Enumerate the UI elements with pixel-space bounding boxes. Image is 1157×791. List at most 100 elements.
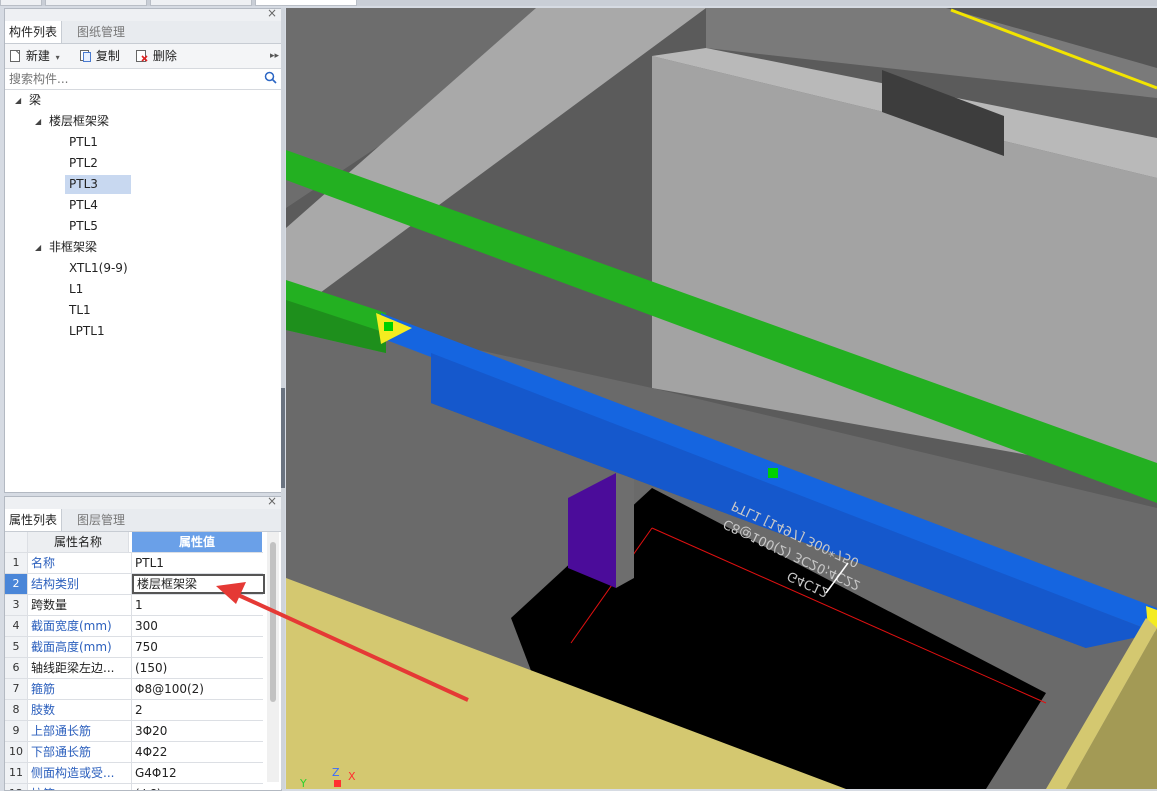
- property-row[interactable]: 10 下部通长筋 4Φ22: [5, 742, 263, 763]
- new-file-icon: [10, 50, 20, 62]
- property-row[interactable]: 7 箍筋 Φ8@100(2): [5, 679, 263, 700]
- tab-property-list[interactable]: 属性列表: [5, 509, 63, 531]
- search-icon[interactable]: [264, 71, 277, 84]
- property-value[interactable]: (Φ6): [132, 784, 265, 790]
- property-row[interactable]: 11 侧面构造或受... G4Φ12: [5, 763, 263, 784]
- property-scrollbar[interactable]: [267, 532, 279, 782]
- row-number: 8: [5, 700, 28, 720]
- top-tab[interactable]: [45, 0, 147, 6]
- new-button[interactable]: 新建 ▾: [9, 48, 60, 64]
- beam-grip-point[interactable]: [384, 322, 393, 331]
- tree-item-tl1[interactable]: TL1: [65, 301, 95, 320]
- component-panel-tabs: 构件列表 图纸管理: [5, 21, 281, 44]
- row-number: 9: [5, 721, 28, 741]
- delete-icon: [136, 50, 148, 62]
- property-row[interactable]: 6 轴线距梁左边... (150): [5, 658, 263, 679]
- property-row[interactable]: 9 上部通长筋 3Φ20: [5, 721, 263, 742]
- tree-item-lptl1[interactable]: LPTL1: [65, 322, 109, 341]
- copy-icon: [80, 50, 91, 62]
- row-number: 6: [5, 658, 28, 678]
- property-value[interactable]: PTL1: [132, 553, 265, 573]
- property-row[interactable]: 4 截面宽度(mm) 300: [5, 616, 263, 637]
- property-list-panel: × 属性列表 图层管理 属性名称 属性值 1 名称 PTL1 2 结构类别 楼层框架梁 3 跨…: [4, 496, 282, 791]
- tab-component-list[interactable]: 构件列表: [5, 21, 63, 43]
- tree-node-beam[interactable]: ◢ 梁: [15, 91, 41, 110]
- property-name: 轴线距梁左边...: [28, 658, 132, 678]
- copy-button-label: 复制: [95, 49, 120, 63]
- property-value[interactable]: 1: [132, 595, 265, 615]
- property-grid-header: 属性名称 属性值: [5, 532, 263, 553]
- property-value[interactable]: 2: [132, 700, 265, 720]
- property-row[interactable]: 2 结构类别 楼层框架梁: [5, 574, 265, 595]
- tree-group-label: 楼层框架梁: [49, 114, 110, 128]
- property-name-header: 属性名称: [28, 532, 129, 552]
- top-tab[interactable]: [0, 0, 42, 6]
- close-icon[interactable]: ×: [267, 6, 277, 20]
- property-value[interactable]: 3Φ20: [132, 721, 265, 741]
- collapse-triangle-icon[interactable]: ◢: [35, 238, 41, 257]
- collapse-triangle-icon[interactable]: ◢: [35, 112, 41, 131]
- tab-drawing-management[interactable]: 图纸管理: [73, 21, 129, 43]
- property-name: 名称: [28, 553, 132, 573]
- tree-item-ptl1[interactable]: PTL1: [65, 133, 102, 152]
- axis-origin-cube: [334, 780, 341, 787]
- component-toolbar: 新建 ▾ 复制 删除 ▸▸: [5, 44, 281, 69]
- tree-group-floor-frame-beam[interactable]: ◢ 楼层框架梁: [35, 112, 109, 131]
- row-number-header: [5, 532, 28, 552]
- column-side: [616, 473, 634, 588]
- close-icon[interactable]: ×: [267, 497, 277, 508]
- tree-item-xtl1[interactable]: XTL1(9-9): [65, 259, 132, 278]
- axis-y-label: Y: [299, 777, 307, 789]
- panel-title-bar: ×: [5, 497, 281, 509]
- property-name: 跨数量: [28, 595, 132, 615]
- tree-item-ptl4[interactable]: PTL4: [65, 196, 102, 215]
- row-number: 2: [5, 574, 28, 594]
- property-name: 上部通长筋: [28, 721, 132, 741]
- property-row[interactable]: 8 肢数 2: [5, 700, 263, 721]
- row-number: 1: [5, 553, 28, 573]
- splitter-grip[interactable]: [281, 388, 285, 488]
- component-search: [5, 69, 281, 90]
- property-value[interactable]: 4Φ22: [132, 742, 265, 762]
- tree-item-ptl2[interactable]: PTL2: [65, 154, 102, 173]
- property-value[interactable]: (150): [132, 658, 265, 678]
- top-tab-strip: [0, 0, 1157, 6]
- search-input[interactable]: [7, 70, 261, 88]
- property-name: 截面高度(mm): [28, 637, 132, 657]
- beam-mid-grip-point[interactable]: [768, 468, 778, 478]
- 3d-scene: G4C12 C8@100(2) 3C20;4C22 PTL1 [1497] 30…: [286, 8, 1157, 789]
- property-value[interactable]: 750: [132, 637, 265, 657]
- collapse-triangle-icon[interactable]: ◢: [15, 91, 21, 110]
- property-value[interactable]: 300: [132, 616, 265, 636]
- row-number: 11: [5, 763, 28, 783]
- delete-button-label: 删除: [152, 49, 177, 63]
- tree-item-ptl3[interactable]: PTL3: [65, 175, 131, 194]
- property-value[interactable]: G4Φ12: [132, 763, 265, 783]
- panel-splitter[interactable]: [281, 8, 285, 789]
- toolbar-overflow-icon[interactable]: ▸▸: [270, 48, 279, 64]
- property-row[interactable]: 12拉筋(Φ6): [5, 784, 265, 790]
- scrollbar-thumb[interactable]: [270, 542, 276, 702]
- tree-node-label: 梁: [29, 93, 42, 107]
- property-value-header: 属性值: [132, 532, 262, 552]
- property-row[interactable]: 5 截面高度(mm) 750: [5, 637, 263, 658]
- chevron-down-icon[interactable]: ▾: [56, 53, 60, 62]
- tree-item-l1[interactable]: L1: [65, 280, 87, 299]
- property-row[interactable]: 1 名称 PTL1: [5, 553, 263, 574]
- component-list-panel: × 构件列表 图纸管理 新建 ▾ 复制 删除 ▸▸ ◢ 梁 ◢ 楼层框架梁: [4, 6, 282, 493]
- row-number: 12: [5, 784, 28, 790]
- property-row[interactable]: 3 跨数量 1: [5, 595, 263, 616]
- tab-layer-management[interactable]: 图层管理: [73, 509, 129, 531]
- row-number: 7: [5, 679, 28, 699]
- tree-item-ptl5[interactable]: PTL5: [65, 217, 102, 236]
- property-value-editor[interactable]: 楼层框架梁: [132, 574, 265, 594]
- property-value[interactable]: Φ8@100(2): [132, 679, 265, 699]
- panel-title-bar: ×: [5, 6, 281, 21]
- property-name: 箍筋: [28, 679, 132, 699]
- 3d-viewport[interactable]: G4C12 C8@100(2) 3C20;4C22 PTL1 [1497] 30…: [286, 8, 1157, 789]
- top-tab[interactable]: [150, 0, 252, 6]
- copy-button[interactable]: 复制: [79, 48, 120, 64]
- property-name: 下部通长筋: [28, 742, 132, 762]
- tree-group-non-frame-beam[interactable]: ◢ 非框架梁: [35, 238, 97, 257]
- delete-button[interactable]: 删除: [135, 48, 177, 64]
